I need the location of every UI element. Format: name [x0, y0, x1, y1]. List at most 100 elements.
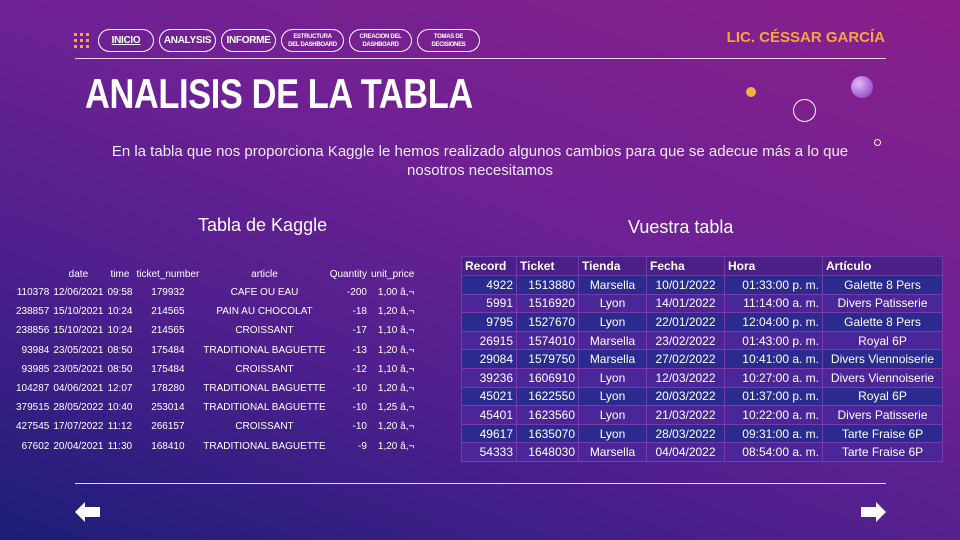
table-cell: -18: [352, 306, 367, 318]
table-cell: 22/01/2022: [646, 312, 725, 332]
column-header: Record: [461, 256, 517, 276]
column-header: Artículo: [822, 256, 943, 276]
table-cell: Royal 6P: [822, 330, 943, 351]
table-cell: 4922: [461, 275, 517, 295]
table-cell: Divers Patisserie: [822, 293, 943, 314]
header-divider: [75, 58, 886, 59]
table-cell: 09:58: [107, 287, 133, 299]
arrow-right-icon[interactable]: [861, 502, 886, 522]
table-cell: Marsella: [578, 275, 647, 295]
table-cell: 17/07/2022: [53, 421, 104, 433]
table-cell: Royal 6P: [822, 386, 943, 407]
table-row: 39236 1606910 Lyon 12/03/2022 10:27:00 a. m.…: [461, 367, 943, 388]
table-cell: 29084: [461, 349, 517, 369]
table-cell: 08:50: [107, 344, 133, 356]
table-cell: 49617: [461, 423, 517, 444]
table-cell: 04/04/2022: [646, 442, 725, 462]
table-cell: 1,20 â,¬: [377, 383, 415, 395]
table-cell: 93984: [21, 344, 50, 356]
table-cell: 12/03/2022: [646, 367, 725, 388]
column-header: [14, 265, 51, 283]
our-table: Record Ticket Tienda Fecha Hora Artículo 4922…: [461, 256, 943, 462]
table-cell: TRADITIONAL BAGUETTE: [203, 402, 326, 414]
table-header-row: date time ticket_number article Quantity unit…: [14, 265, 416, 283]
table-row: 49617 1635070 Lyon 28/03/2022 09:31:00 a. m.…: [461, 423, 943, 444]
table-cell: 179932: [151, 287, 185, 299]
table-cell: 08:50: [107, 363, 133, 375]
table-cell: Lyon: [578, 386, 647, 407]
table-cell: 1,10 â,¬: [377, 363, 415, 375]
table-cell: 1,20 â,¬: [377, 421, 415, 433]
table-cell: 1,00 â,¬: [377, 287, 415, 299]
table-cell: 10:22:00 a. m.: [724, 405, 823, 425]
table-row: 5991 1516920 Lyon 14/01/2022 11:14:00 a. m. D…: [461, 293, 943, 314]
column-header: Quantity: [329, 268, 367, 280]
table-cell: 10:24: [107, 306, 133, 318]
table-cell: 28/03/2022: [646, 423, 725, 444]
table-row: 26915 1574010 Marsella 23/02/2022 01:43:00 p…: [461, 330, 943, 351]
table-cell: 20/03/2022: [646, 386, 725, 407]
page-title: ANALISIS DE LA TABLA: [85, 70, 473, 117]
table-cell: 175484: [151, 344, 185, 356]
table-cell: Tarte Fraise 6P: [822, 442, 943, 462]
table-cell: 238857: [16, 306, 50, 318]
table-cell: 12:07: [107, 383, 133, 395]
table-cell: Divers Patisserie: [822, 405, 943, 425]
table-cell: 104287: [16, 383, 50, 395]
table-cell: 214565: [151, 306, 185, 318]
table-cell: 1,25 â,¬: [377, 402, 415, 414]
table-cell: Divers Viennoiserie: [822, 367, 943, 388]
table-cell: 04/06/2021: [53, 383, 104, 395]
table-cell: PAIN AU CHOCOLAT: [216, 306, 313, 318]
table-row: 54333 1648030 Marsella 04/04/2022 08:54:00 a…: [461, 442, 943, 462]
table-cell: -10: [352, 383, 367, 395]
table-cell: 1,20 â,¬: [377, 344, 415, 356]
table-cell: 1635070: [516, 423, 579, 444]
nav-button-inicio[interactable]: INICIO: [98, 29, 154, 52]
table-row: 9795 1527670 Lyon 22/01/2022 12:04:00 p. m. G…: [461, 312, 943, 332]
table-header-row: Record Ticket Tienda Fecha Hora Artículo: [461, 256, 943, 276]
table-cell: 45401: [461, 405, 517, 425]
table-cell: 01:37:00 p. m.: [724, 386, 823, 407]
table-cell: 21/03/2022: [646, 405, 725, 425]
kaggle-table: date time ticket_number article Quantity unit…: [14, 265, 416, 456]
decor-ball: [851, 76, 873, 98]
table-cell: 238856: [16, 325, 50, 337]
column-header: Hora: [724, 256, 823, 276]
table-row: 93985 23/05/2021 08:50 175484 CROISSANT -12 1,…: [14, 360, 416, 379]
table-row: 45021 1622550 Lyon 20/03/2022 01:37:00 p. m.…: [461, 386, 943, 407]
table-cell: -200: [346, 287, 367, 299]
table-cell: 10:41:00 a. m.: [724, 349, 823, 369]
kaggle-table-title: Tabla de Kaggle: [198, 215, 328, 235]
table-cell: TRADITIONAL BAGUETTE: [203, 383, 326, 395]
table-cell: 11:12: [107, 421, 133, 433]
nav-button-tomas-de-decisiones[interactable]: TOMAS DE DECISIONES: [417, 29, 480, 52]
table-cell: 12:04:00 p. m.: [724, 312, 823, 332]
table-cell: Lyon: [578, 423, 647, 444]
table-cell: 10:27:00 a. m.: [724, 367, 823, 388]
nav-button-creacion-del-dashboard[interactable]: CREACION DEL DASHBOARD: [349, 29, 412, 52]
table-cell: 1574010: [516, 330, 579, 351]
table-cell: -13: [352, 344, 367, 356]
table-cell: 178280: [151, 383, 185, 395]
table-row: 104287 04/06/2021 12:07 178280 TRADITIONAL B…: [14, 379, 416, 398]
nav-button-informe[interactable]: INFORME: [221, 29, 276, 52]
table-cell: TRADITIONAL BAGUETTE: [203, 440, 326, 452]
table-row: 29084 1579750 Marsella 27/02/2022 10:41:00 a…: [461, 349, 943, 369]
table-cell: 214565: [151, 325, 185, 337]
arrow-left-icon[interactable]: [75, 502, 100, 522]
table-cell: 23/02/2022: [646, 330, 725, 351]
table-cell: 08:54:00 a. m.: [724, 442, 823, 462]
table-row: 45401 1623560 Lyon 21/03/2022 10:22:00 a. m.…: [461, 405, 943, 425]
table-cell: 10/01/2022: [646, 275, 725, 295]
menu-grid-icon[interactable]: [74, 33, 89, 48]
table-cell: 1622550: [516, 386, 579, 407]
nav-button-analysis[interactable]: ANALYSIS: [159, 29, 216, 52]
table-cell: 11:30: [107, 440, 133, 452]
table-cell: TRADITIONAL BAGUETTE: [203, 344, 326, 356]
table-cell: -12: [352, 363, 367, 375]
nav-button-estructura-del-dashboard[interactable]: ESTRUCTURA DEL DASHBOARD: [281, 29, 344, 52]
table-cell: 1516920: [516, 293, 579, 314]
table-cell: 253014: [151, 402, 185, 414]
table-cell: 54333: [461, 442, 517, 462]
